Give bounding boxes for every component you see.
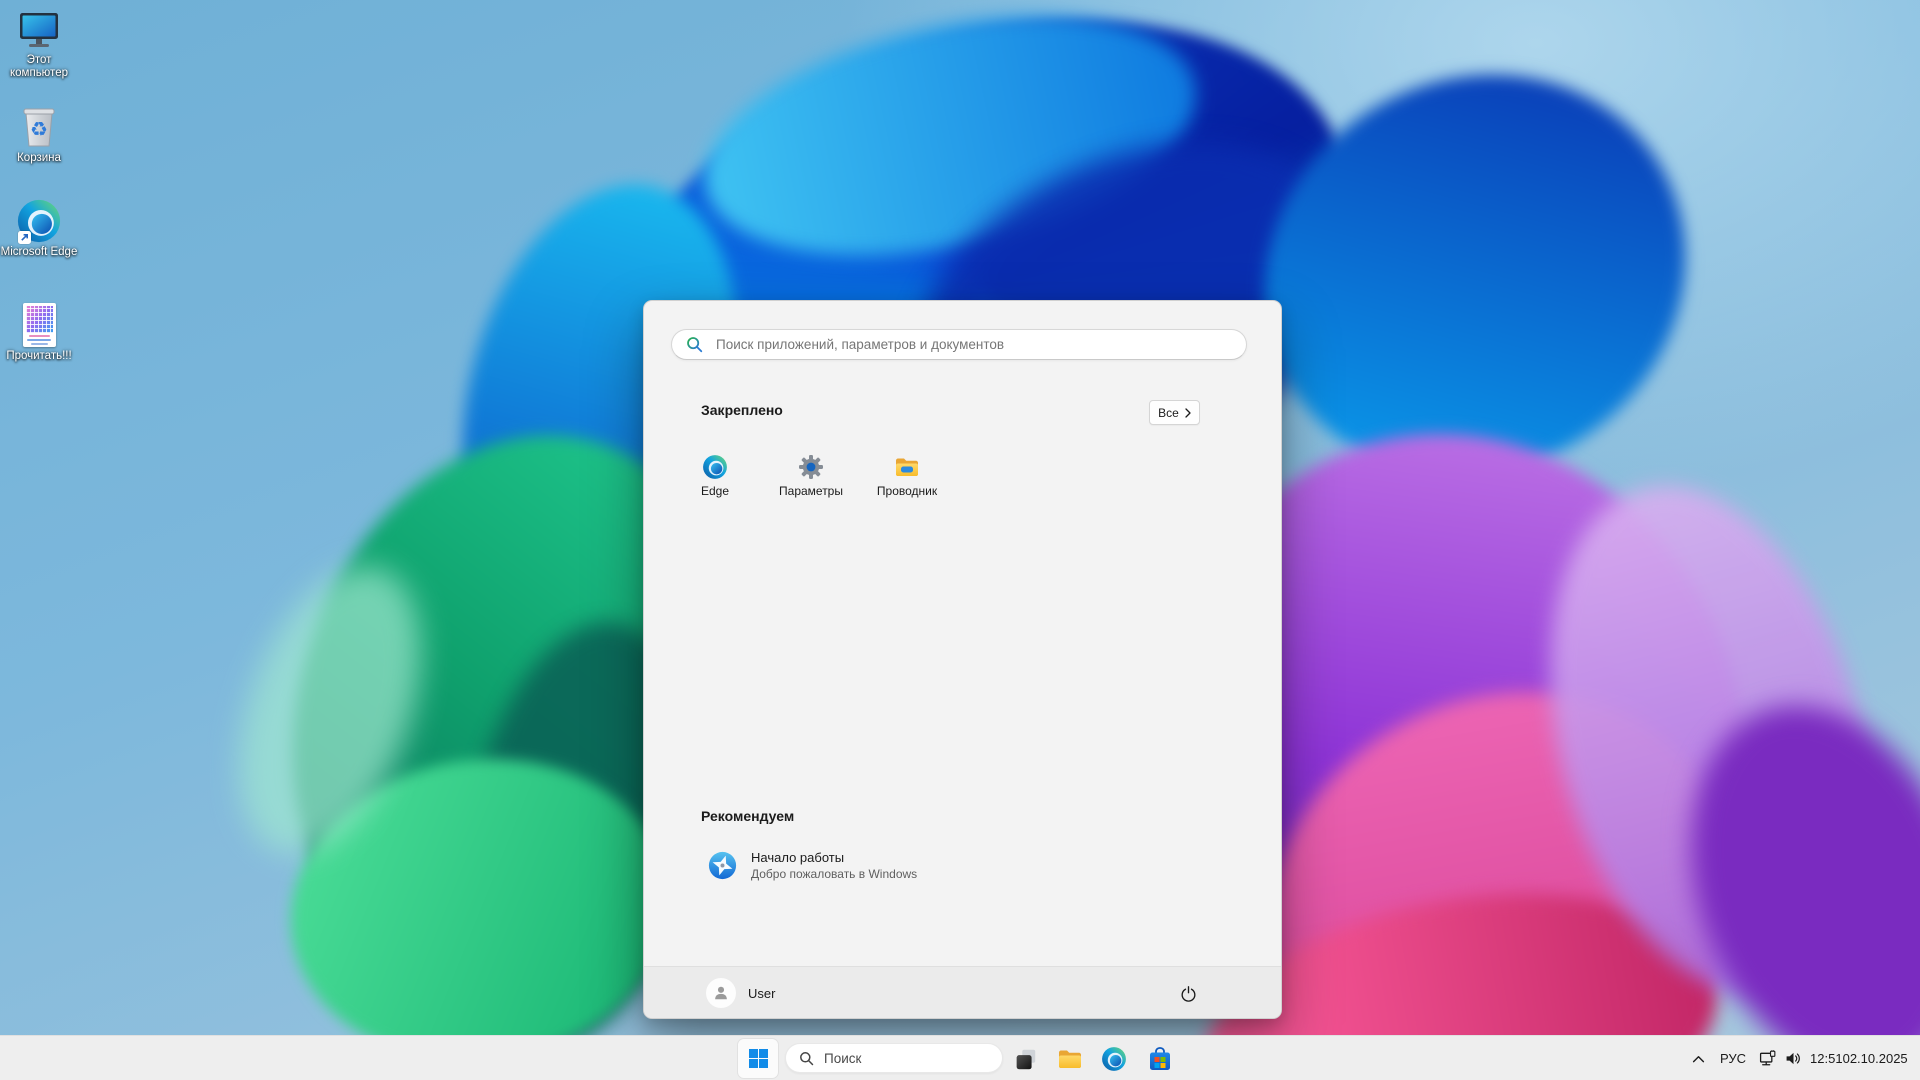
desktop: Этот компьютер ♻ Корзина (0, 0, 1920, 1080)
start-button[interactable] (738, 1039, 778, 1078)
start-menu: Закреплено Все Edge (643, 300, 1282, 1019)
edge-icon (702, 454, 728, 480)
tray-chevron-button[interactable] (1684, 1041, 1712, 1077)
file-explorer-icon (1057, 1046, 1083, 1072)
windows-logo-icon (749, 1049, 768, 1068)
power-button[interactable] (1170, 975, 1206, 1011)
edge-icon (16, 198, 62, 244)
pinned-app-edge[interactable]: Edge (667, 449, 763, 509)
edge-button[interactable] (1094, 1039, 1134, 1078)
desktop-icon-label: Корзина (0, 152, 78, 165)
start-search-input[interactable] (671, 329, 1247, 360)
recommended-section-title: Рекомендуем (701, 808, 794, 824)
system-tray: РУС 12:51 02.10.2025 (1684, 1036, 1920, 1080)
desktop-icon-this-pc[interactable]: Этот компьютер (0, 6, 78, 80)
user-avatar-icon (706, 978, 736, 1008)
start-menu-footer: User (644, 966, 1281, 1018)
desktop-icon-edge[interactable]: Microsoft Edge (0, 198, 78, 259)
file-explorer-button[interactable] (1050, 1039, 1090, 1078)
network-volume-button[interactable] (1754, 1041, 1806, 1077)
user-profile-button[interactable]: User (696, 975, 785, 1011)
folder-icon (894, 454, 920, 480)
network-icon (1758, 1049, 1777, 1068)
desktop-icon-readme[interactable]: Прочитать!!! (0, 302, 78, 363)
taskbar: Поиск (0, 1035, 1920, 1080)
recommended-item-text: Начало работы Добро пожаловать в Windows (751, 850, 917, 881)
desktop-icon-label: Этот компьютер (0, 54, 78, 80)
pinned-app-label: Проводник (877, 484, 937, 498)
search-icon (799, 1051, 814, 1066)
recommended-item-get-started[interactable]: Начало работы Добро пожаловать в Windows (688, 842, 988, 888)
recycle-bin-icon: ♻ (16, 104, 62, 150)
language-indicator[interactable]: РУС (1712, 1041, 1754, 1077)
desktop-icon-label: Microsoft Edge (0, 246, 78, 259)
get-started-icon (708, 851, 737, 880)
notification-button[interactable]: z (1912, 1041, 1920, 1077)
clock-time: 12:51 (1810, 1051, 1843, 1066)
desktop-icon-label: Прочитать!!! (0, 350, 78, 363)
microsoft-store-icon (1147, 1046, 1173, 1072)
pinned-section-title: Закреплено (701, 402, 783, 418)
chevron-right-icon (1185, 408, 1191, 418)
svg-text:♻: ♻ (30, 117, 48, 141)
start-search (671, 329, 1247, 360)
recommended-item-title: Начало работы (751, 850, 917, 865)
edge-icon (1101, 1046, 1127, 1072)
readme-qr-icon (16, 302, 62, 348)
search-icon (686, 336, 703, 353)
task-view-button[interactable] (1006, 1039, 1046, 1078)
desktop-icon-recycle-bin[interactable]: ♻ Корзина (0, 104, 78, 165)
pinned-app-label: Edge (701, 484, 729, 498)
store-button[interactable] (1140, 1039, 1180, 1078)
pinned-app-explorer[interactable]: Проводник (859, 449, 955, 509)
power-icon (1179, 984, 1198, 1003)
volume-icon (1784, 1049, 1803, 1068)
this-pc-icon (16, 6, 62, 52)
recommended-item-subtitle: Добро пожаловать в Windows (751, 867, 917, 881)
task-view-icon (1014, 1047, 1038, 1071)
user-name-label: User (748, 986, 775, 1001)
clock-date: 02.10.2025 (1843, 1051, 1908, 1066)
taskbar-search-label: Поиск (824, 1051, 861, 1066)
chevron-up-icon (1692, 1055, 1705, 1063)
pinned-app-label: Параметры (779, 484, 843, 498)
all-apps-label: Все (1158, 406, 1179, 420)
shortcut-arrow-icon (18, 231, 31, 244)
pinned-app-settings[interactable]: Параметры (763, 449, 859, 509)
all-apps-button[interactable]: Все (1149, 400, 1200, 425)
settings-gear-icon (798, 454, 824, 480)
pinned-grid: Edge (667, 449, 955, 509)
clock[interactable]: 12:51 02.10.2025 (1806, 1041, 1912, 1077)
taskbar-search[interactable]: Поиск (785, 1043, 1003, 1073)
